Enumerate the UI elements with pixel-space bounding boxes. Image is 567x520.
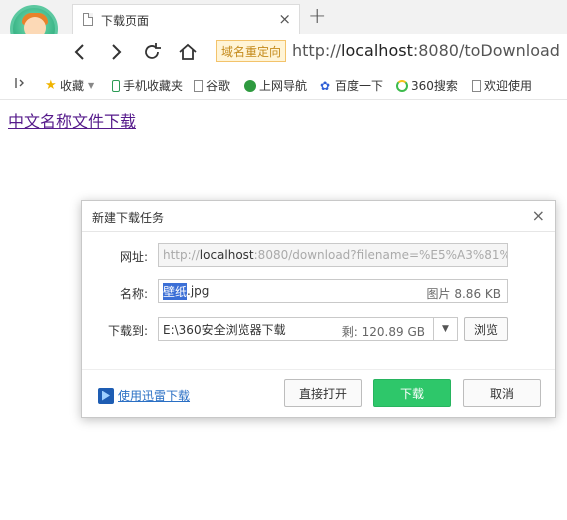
close-icon[interactable]: × (278, 10, 291, 28)
back-icon[interactable] (68, 40, 92, 64)
page-icon (194, 79, 203, 92)
url-field: http://localhost:8080/download?filename=… (158, 243, 508, 267)
destination-select[interactable]: E:\360安全浏览器下载 剩: 120.89 GB ▼ (158, 317, 458, 341)
free-space: 剩: 120.89 GB (341, 325, 425, 339)
star-icon: ★ (45, 77, 57, 93)
dialog-title: 新建下载任务 (92, 211, 165, 225)
refresh-icon[interactable] (140, 40, 164, 64)
page-icon (472, 79, 481, 92)
destination-label: 下载到: (107, 324, 148, 338)
bookmark-welcome[interactable]: 欢迎使用 (472, 77, 532, 94)
new-tab-button[interactable]: + (308, 4, 326, 29)
new-download-dialog: 新建下载任务 × 网址: http://localhost:8080/downl… (81, 200, 556, 418)
baidu-icon: ✿ (320, 78, 331, 93)
tab-download-page[interactable]: 下载页面 × (72, 4, 300, 34)
360-search-icon (396, 79, 408, 92)
browse-button[interactable]: 浏览 (464, 317, 508, 341)
page-icon (83, 13, 93, 26)
name-label: 名称: (119, 287, 148, 301)
forward-icon[interactable] (104, 40, 128, 64)
tab-title: 下载页面 (101, 14, 150, 28)
selected-filename-text: 壁纸 (163, 282, 188, 300)
open-direct-button[interactable]: 直接打开 (284, 379, 362, 407)
bookmark-favorites[interactable]: ★ 收藏 ▼ (45, 77, 94, 94)
download-button[interactable]: 下载 (373, 379, 451, 407)
home-icon[interactable] (176, 40, 200, 64)
file-info: 图片 8.86 KB (426, 287, 501, 301)
bookmark-360-search[interactable]: 360搜索 (396, 77, 458, 94)
bookmark-google[interactable]: 谷歌 (194, 77, 230, 94)
url-label: 网址: (119, 250, 148, 264)
redirect-badge[interactable]: 域名重定向 (216, 40, 286, 62)
xunlei-icon (98, 387, 114, 404)
sidebar-toggle-icon[interactable] (14, 77, 26, 89)
navigation-icon (244, 79, 256, 92)
phone-icon (112, 79, 120, 92)
address-bar[interactable]: http://localhost:8080/toDownload (292, 41, 560, 60)
navigation-bar: 域名重定向 http://localhost:8080/toDownload (0, 34, 567, 70)
chevron-down-icon[interactable]: ▼ (433, 318, 457, 340)
bookmark-baidu[interactable]: ✿ 百度一下 (320, 77, 383, 94)
divider (82, 369, 555, 370)
bookmarks-bar: ★ 收藏 ▼ 手机收藏夹 谷歌 上网导航 ✿ 百度一下 360搜索 欢迎使用 (0, 70, 567, 100)
xunlei-download-link[interactable]: 使用迅雷下载 (98, 387, 190, 404)
filename-input[interactable]: 壁纸 .jpg 图片 8.86 KB (158, 279, 508, 303)
download-link[interactable]: 中文名称文件下载 (8, 108, 136, 132)
divider (82, 231, 555, 232)
close-icon[interactable]: × (532, 206, 545, 225)
cancel-button[interactable]: 取消 (463, 379, 541, 407)
bookmark-navigation[interactable]: 上网导航 (244, 77, 307, 94)
bookmark-mobile[interactable]: 手机收藏夹 (112, 77, 183, 94)
